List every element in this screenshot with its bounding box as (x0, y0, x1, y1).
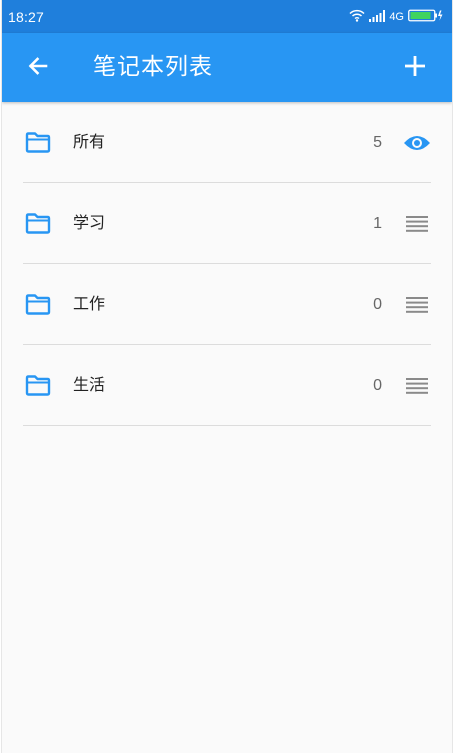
notebook-name: 所有 (73, 132, 106, 151)
notebook-item-study[interactable]: 学习 1 (2, 183, 452, 264)
network-type: 4G (389, 10, 404, 23)
notebook-count: 0 (373, 296, 382, 313)
notebook-name: 生活 (73, 375, 106, 394)
notebook-item-all[interactable]: 所有 5 (2, 102, 452, 183)
drag-handle-icon[interactable] (402, 371, 432, 401)
battery-charging-icon (408, 7, 444, 26)
notebook-count: 1 (373, 215, 382, 232)
status-icons: 4G (349, 7, 444, 26)
folder-icon (25, 375, 51, 396)
wifi-icon (349, 7, 365, 26)
notebook-count: 0 (373, 377, 382, 394)
notebook-item-life[interactable]: 生活 0 (2, 345, 452, 426)
signal-icon (369, 7, 386, 26)
add-notebook-button[interactable] (400, 53, 430, 83)
arrow-left-icon (26, 54, 50, 82)
notebook-list-screen: 18:27 4G 笔记本列表 所有 5 学习 1 工作 0 生活 0 (1, 0, 453, 753)
notebook-list: 所有 5 学习 1 工作 0 生活 0 (2, 102, 452, 426)
folder-icon (25, 294, 51, 315)
notebook-count: 5 (373, 134, 382, 151)
page-title: 笔记本列表 (93, 54, 213, 80)
eye-icon[interactable] (402, 128, 432, 158)
drag-handle-icon[interactable] (402, 209, 432, 239)
back-button[interactable] (24, 54, 52, 82)
status-time: 18:27 (8, 8, 45, 25)
plus-icon (403, 54, 427, 82)
drag-handle-icon[interactable] (402, 290, 432, 320)
status-bar: 18:27 4G (2, 0, 452, 33)
folder-icon (25, 132, 51, 153)
notebook-item-work[interactable]: 工作 0 (2, 264, 452, 345)
notebook-name: 学习 (73, 213, 106, 232)
folder-icon (25, 213, 51, 234)
divider (23, 425, 431, 426)
app-bar: 笔记本列表 (2, 33, 452, 102)
notebook-name: 工作 (73, 294, 106, 313)
